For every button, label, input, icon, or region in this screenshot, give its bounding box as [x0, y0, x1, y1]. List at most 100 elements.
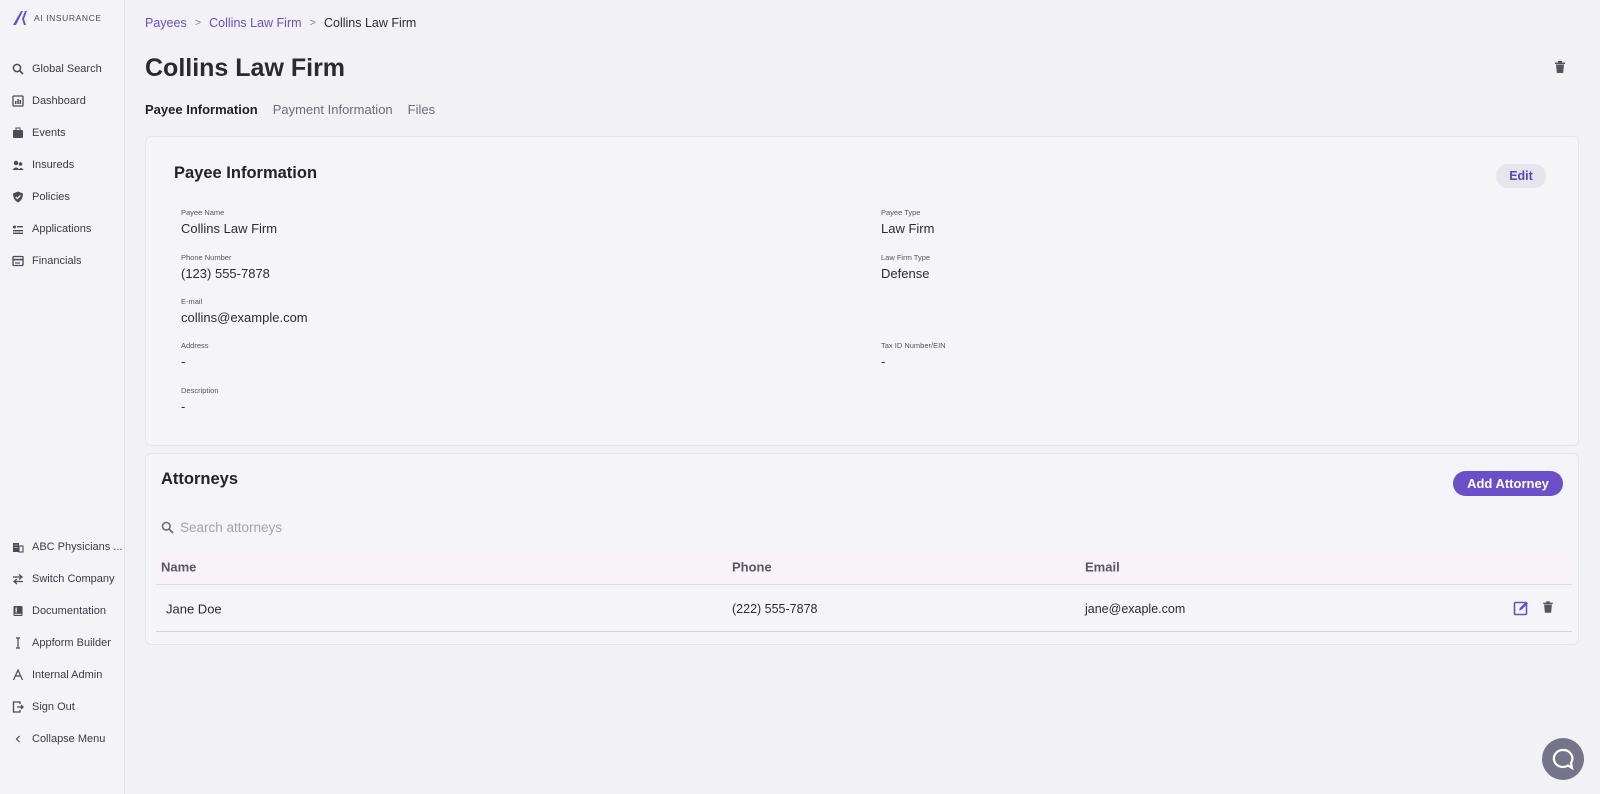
sidebar-item-label: Global Search [32, 63, 102, 75]
tab-payment-information[interactable]: Payment Information [273, 102, 393, 117]
sidebar-item-switch-company[interactable]: Switch Company [12, 571, 115, 587]
table-header: Name Phone Email [156, 550, 1572, 585]
sidebar-item-label: Internal Admin [32, 669, 103, 681]
logo-text: AI INSURANCE [34, 13, 102, 23]
sidebar-item-label: Collapse Menu [32, 733, 106, 745]
field-payee-name: Payee Name Collins Law Firm [181, 208, 277, 236]
field-value: - [181, 354, 186, 369]
trash-icon [1543, 601, 1553, 613]
sidebar-item-sign-out[interactable]: Sign Out [12, 699, 75, 715]
breadcrumb-link-payee[interactable]: Collins Law Firm [209, 16, 301, 30]
field-label: Phone Number [181, 253, 232, 262]
payee-information-card: Payee Information Edit Payee Name Collin… [145, 136, 1579, 446]
sidebar-item-appform-builder[interactable]: Appform Builder [12, 635, 111, 651]
sidebar-item-applications[interactable]: Applications [12, 221, 91, 237]
sidebar-item-label: Sign Out [32, 701, 75, 713]
field-payee-type: Payee Type Law Firm [881, 208, 934, 236]
sidebar-item-internal-admin[interactable]: Internal Admin [12, 667, 102, 683]
tab-files[interactable]: Files [408, 102, 435, 117]
search-icon [12, 63, 24, 75]
sidebar-item-collapse-menu[interactable]: Collapse Menu [12, 731, 105, 747]
sidebar-item-label: Events [32, 127, 66, 139]
sidebar-item-insureds[interactable]: Insureds [12, 157, 74, 173]
field-tax-id: Tax ID Number/EIN - [881, 341, 946, 369]
table-row: Jane Doe (222) 555-7878 jane@exaple.com [156, 586, 1572, 632]
edit-button[interactable]: Edit [1496, 164, 1546, 188]
cell-email: jane@exaple.com [1085, 601, 1186, 616]
sidebar-item-label: Documentation [32, 605, 106, 617]
card-title: Payee Information [174, 164, 318, 182]
switch-icon [12, 573, 24, 585]
field-address: Address - [181, 341, 209, 369]
edit-attorney-button[interactable] [1513, 600, 1529, 616]
field-label: Tax ID Number/EIN [881, 341, 946, 350]
add-attorney-button[interactable]: Add Attorney [1453, 471, 1563, 496]
field-label: Law Firm Type [881, 253, 931, 262]
sidebar-item-company[interactable]: ABC Physicians ... [12, 539, 122, 555]
logo-icon [13, 11, 27, 25]
column-header-phone[interactable]: Phone [732, 560, 772, 575]
sidebar-item-financials[interactable]: Financials [12, 253, 82, 269]
attorneys-card: Attorneys Add Attorney Name Phone Email … [145, 453, 1579, 645]
field-value: Collins Law Firm [181, 221, 278, 236]
breadcrumb-separator: > [309, 17, 316, 29]
sidebar-item-policies[interactable]: Policies [12, 189, 70, 205]
events-icon [12, 127, 24, 139]
financials-icon [12, 255, 24, 267]
field-label: Payee Type [881, 208, 921, 217]
sidebar-item-label: Appform Builder [32, 637, 111, 649]
field-value: - [881, 354, 886, 369]
breadcrumb-current: Collins Law Firm [323, 16, 417, 30]
search-input[interactable] [180, 520, 480, 535]
sidebar-item-label: Applications [32, 223, 92, 235]
insureds-icon [12, 159, 24, 171]
admin-icon [12, 669, 24, 681]
app-logo[interactable]: AI INSURANCE [12, 10, 102, 26]
sidebar-item-label: Dashboard [32, 95, 86, 107]
sidebar-item-global-search[interactable]: Global Search [12, 61, 102, 77]
cursor-icon [12, 637, 24, 649]
sidebar-item-events[interactable]: Events [12, 125, 66, 141]
chat-support-button[interactable] [1542, 738, 1584, 780]
field-label: E-mail [181, 297, 203, 306]
tab-payee-information[interactable]: Payee Information [145, 102, 258, 117]
delete-attorney-button[interactable] [1541, 600, 1557, 616]
field-description: Description - [181, 386, 219, 414]
chat-icon [1552, 748, 1574, 771]
field-label: Address [181, 341, 209, 350]
chevron-left-icon [12, 733, 24, 745]
breadcrumb-separator: > [194, 17, 202, 29]
sidebar-item-documentation[interactable]: Documentation [12, 603, 106, 619]
field-label: Description [181, 386, 219, 395]
sidebar-item-label: ABC Physicians ... [32, 541, 123, 553]
field-email: E-mail collins@example.com [181, 297, 308, 325]
dashboard-icon [12, 95, 24, 107]
cell-phone: (222) 555-7878 [732, 601, 818, 616]
card-title: Attorneys [161, 470, 239, 488]
field-phone-number: Phone Number (123) 555-7878 [181, 253, 270, 281]
field-value: Law Firm [881, 221, 935, 236]
sidebar-item-label: Financials [32, 255, 82, 267]
sidebar-item-label: Switch Company [32, 573, 115, 585]
sidebar-item-dashboard[interactable]: Dashboard [12, 93, 86, 109]
field-law-firm-type: Law Firm Type Defense [881, 253, 930, 281]
search-icon [161, 521, 174, 534]
column-header-name[interactable]: Name [161, 560, 196, 575]
building-icon [12, 541, 24, 553]
sign-out-icon [12, 701, 24, 713]
tab-bar: Payee Information Payment Information Fi… [145, 102, 435, 117]
edit-icon [1513, 601, 1528, 616]
applications-icon [12, 223, 24, 235]
breadcrumb-link-payees[interactable]: Payees [145, 16, 187, 30]
column-header-email[interactable]: Email [1085, 560, 1120, 575]
delete-payee-button[interactable] [1553, 60, 1567, 74]
trash-icon [1555, 61, 1565, 73]
field-value: - [181, 399, 186, 414]
field-label: Payee Name [181, 208, 225, 217]
attorney-search [161, 520, 480, 535]
page-title: Collins Law Firm [145, 54, 346, 82]
field-value: collins@example.com [181, 310, 308, 325]
book-icon [12, 605, 24, 617]
shield-icon [12, 191, 24, 203]
sidebar-item-label: Insureds [32, 159, 75, 171]
